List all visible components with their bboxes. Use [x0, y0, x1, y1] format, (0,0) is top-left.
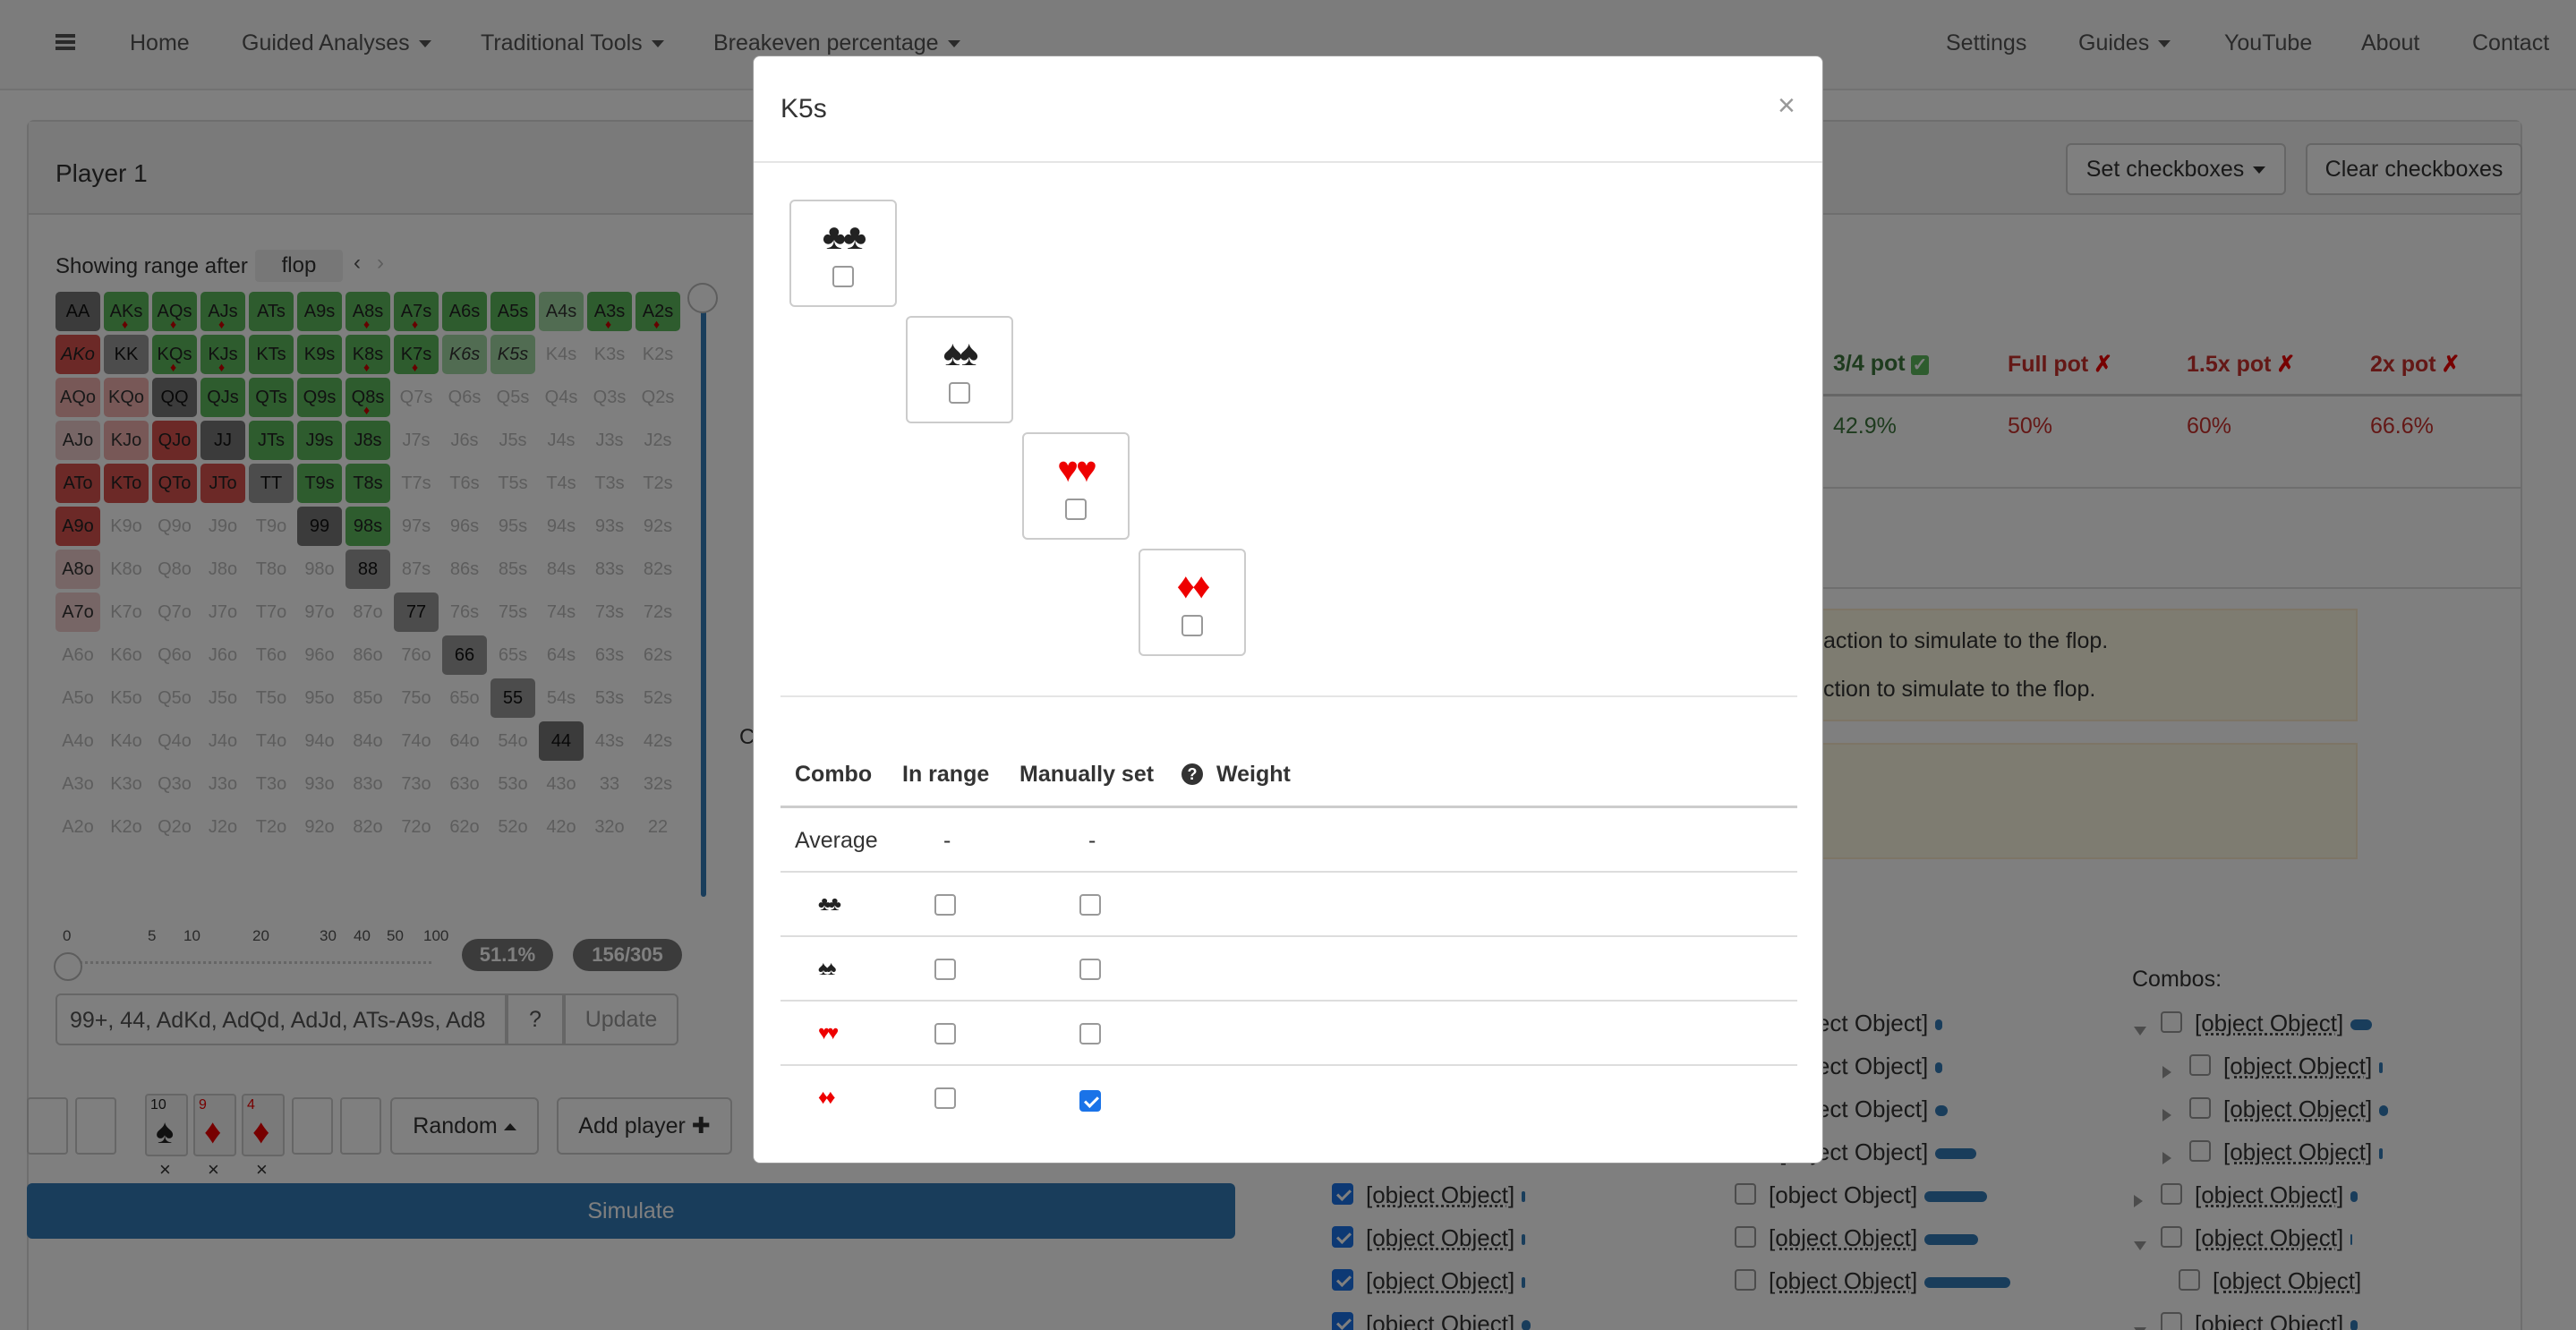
combo-modal: K5s × ♣♣ ♠♠ ♥♥ ♦♦ Combo In range Manually s…: [753, 55, 1823, 1164]
close-icon[interactable]: ×: [1778, 89, 1796, 124]
average-row: Average - -: [780, 808, 1797, 873]
combo-suit-icon: ♣♣: [818, 892, 841, 915]
suit-card[interactable]: ♦♦: [1139, 549, 1246, 656]
combo-row: ♦♦: [780, 1066, 1797, 1130]
manually-set-checkbox[interactable]: [1079, 1089, 1101, 1112]
suit-card-checkbox[interactable]: [949, 382, 970, 404]
suit-pair-icon: ♦♦: [1176, 567, 1211, 606]
col-manually-set: Manually set: [1019, 762, 1155, 787]
modal-header: K5s ×: [754, 56, 1822, 163]
combo-table-header: Combo In range Manually set ? Weight: [780, 746, 1797, 808]
suit-card[interactable]: ♥♥: [1022, 432, 1130, 540]
col-in-range: In range: [902, 762, 990, 787]
suit-card-checkbox[interactable]: [1181, 615, 1203, 636]
suit-card[interactable]: ♠♠: [906, 316, 1013, 423]
combo-suit-icon: ♥♥: [818, 1021, 839, 1044]
manually-set-checkbox[interactable]: [1079, 959, 1101, 980]
suit-card-checkbox[interactable]: [832, 266, 854, 287]
col-combo: Combo: [795, 762, 873, 787]
suit-card-checkbox[interactable]: [1065, 499, 1087, 520]
combo-row: ♠♠: [780, 937, 1797, 1002]
suit-pair-icon: ♣♣: [822, 217, 867, 257]
help-icon[interactable]: ?: [1181, 763, 1203, 785]
combo-row: ♥♥: [780, 1002, 1797, 1066]
average-label: Average: [795, 828, 878, 853]
in-range-checkbox[interactable]: [934, 1087, 956, 1109]
manually-set-checkbox[interactable]: [1079, 894, 1101, 916]
suit-card[interactable]: ♣♣: [789, 200, 897, 307]
combo-suit-icon: ♦♦: [818, 1086, 836, 1108]
modal-divider: [780, 695, 1797, 697]
combo-suit-icon: ♠♠: [818, 957, 836, 979]
modal-title: K5s: [780, 94, 827, 124]
in-range-checkbox[interactable]: [934, 959, 956, 980]
suit-pair-icon: ♥♥: [1057, 450, 1097, 490]
in-range-checkbox[interactable]: [934, 1023, 956, 1044]
average-manually: -: [1088, 828, 1096, 853]
suit-pair-icon: ♠♠: [943, 334, 979, 373]
manually-set-checkbox[interactable]: [1079, 1023, 1101, 1044]
col-weight: Weight: [1216, 762, 1291, 787]
average-in-range: -: [943, 828, 951, 853]
combo-row: ♣♣: [780, 873, 1797, 937]
in-range-checkbox[interactable]: [934, 894, 956, 916]
